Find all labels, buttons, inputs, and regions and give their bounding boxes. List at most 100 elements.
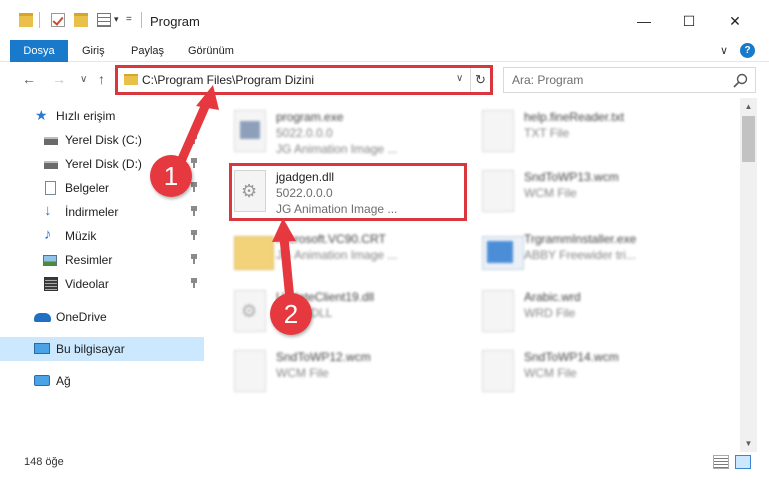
close-button[interactable]: ✕ [712, 6, 758, 36]
sidebar-item-label: Yerel Disk (C:) [65, 133, 142, 147]
tab-home[interactable]: Giriş [82, 40, 105, 62]
file-description: WCM File [524, 186, 577, 200]
scroll-thumb[interactable] [742, 116, 755, 162]
navigation-bar: ← → ∨ ↑ C:\Program Files\Program Dizini … [0, 62, 769, 98]
back-button[interactable]: ← [22, 71, 36, 87]
tab-file[interactable]: Dosya [10, 40, 68, 62]
download-icon: ↓ [44, 202, 52, 219]
up-button[interactable]: ↑ [98, 71, 105, 87]
sidebar-item-pictures[interactable]: Resimler [0, 248, 204, 272]
recent-locations-button[interactable]: ∨ [80, 74, 87, 85]
pin-icon[interactable] [190, 254, 198, 264]
navigation-pane: ★ Hızlı erişim Yerel Disk (C:) Yerel Dis… [0, 98, 206, 452]
file-icon [482, 290, 514, 332]
sidebar-item-label: OneDrive [56, 310, 107, 324]
minimize-button[interactable]: — [621, 6, 667, 36]
search-placeholder: Ara: Program [512, 73, 584, 87]
list-item[interactable]: Arabic.wrd WRD File [478, 284, 723, 342]
computer-icon [34, 343, 50, 354]
pin-icon[interactable] [190, 158, 198, 168]
drive-icon [44, 161, 58, 169]
sidebar-item-videos[interactable]: Videolar [0, 272, 204, 296]
step-2-badge: 2 [270, 293, 312, 335]
pin-icon[interactable] [190, 182, 198, 192]
sidebar-item-label: Yerel Disk (D:) [65, 157, 142, 171]
sidebar-item-downloads[interactable]: ↓ İndirmeler [0, 200, 204, 224]
step-1-badge: 1 [150, 155, 192, 197]
search-input[interactable]: Ara: Program [503, 67, 756, 93]
list-item[interactable]: UpdateClient19.dll Office DLL [230, 284, 475, 342]
sidebar-item-this-pc[interactable]: Bu bilgisayar [0, 337, 204, 361]
vertical-scrollbar[interactable]: ▲ ▼ [740, 98, 757, 452]
scroll-up-icon[interactable]: ▲ [740, 98, 757, 115]
chevron-down-icon[interactable]: ▾ [114, 14, 119, 25]
customize-toolbar-button[interactable]: = [126, 14, 132, 25]
status-bar: 148 öğe [0, 452, 769, 490]
videos-icon [44, 277, 58, 291]
pin-icon[interactable] [190, 278, 198, 288]
pin-icon[interactable] [190, 134, 198, 144]
sidebar-item-label: Müzik [65, 229, 97, 243]
music-icon: ♪ [44, 226, 52, 243]
file-name: TrgrammInstaller.exe [524, 232, 637, 246]
forward-button[interactable]: → [52, 71, 66, 87]
file-name: program.exe [276, 110, 344, 124]
details-view-icon[interactable] [713, 455, 729, 469]
folder-icon [234, 236, 274, 270]
ribbon-tabs: Dosya Giriş Paylaş Görünüm ∨ ? [0, 40, 769, 62]
item-count: 148 öğe [24, 456, 64, 468]
sidebar-item-network[interactable]: Ağ [0, 369, 204, 393]
sidebar-item-local-disk-c[interactable]: Yerel Disk (C:) [0, 128, 204, 152]
maximize-button[interactable]: ☐ [666, 6, 712, 36]
file-highlight-box [229, 163, 467, 221]
sidebar-item-label: Belgeler [65, 181, 110, 195]
list-item[interactable]: TrgrammInstaller.exe ABBY Freewider tri.… [478, 226, 723, 284]
file-name: SndToWP12.wcm [276, 350, 371, 364]
drive-icon [44, 137, 58, 145]
pin-icon[interactable] [190, 206, 198, 216]
sidebar-item-music[interactable]: ♪ Müzik [0, 224, 204, 248]
file-name: SndToWP14.wcm [524, 350, 619, 364]
file-name: help.fineReader.txt [524, 110, 625, 124]
sidebar-item-label: Resimler [65, 253, 113, 267]
tab-share[interactable]: Paylaş [131, 40, 164, 62]
file-description: JG Animation Image ... [276, 142, 398, 156]
new-folder-icon[interactable] [74, 13, 88, 27]
tab-view[interactable]: Görünüm [188, 40, 234, 62]
properties-check-icon[interactable] [51, 13, 65, 27]
file-list: program.exe 5022.0.0.0 JG Animation Imag… [206, 98, 740, 452]
divider [141, 12, 142, 28]
sidebar-item-label: Videolar [65, 277, 109, 291]
installer-icon [482, 236, 524, 270]
file-icon [482, 350, 514, 392]
folder-icon[interactable] [19, 13, 33, 27]
list-item[interactable]: help.fineReader.txt TXT File [478, 104, 723, 162]
file-name: Arabic.wrd [524, 290, 581, 304]
title-bar: ▾ = Program — ☐ ✕ [0, 0, 769, 40]
window-title: Program [150, 14, 200, 29]
scroll-down-icon[interactable]: ▼ [740, 435, 757, 452]
file-version: 5022.0.0.0 [276, 126, 333, 140]
pin-icon[interactable] [190, 230, 198, 240]
list-item[interactable]: SndToWP14.wcm WCM File [478, 344, 723, 402]
search-icon[interactable] [732, 73, 750, 89]
sidebar-item-quick-access[interactable]: ★ Hızlı erişim [0, 104, 204, 128]
expand-ribbon-button[interactable]: ∨ [720, 44, 728, 57]
large-icons-view-icon[interactable] [735, 455, 751, 469]
list-item[interactable]: SndToWP12.wcm WCM File [230, 344, 475, 402]
sidebar-item-label: Hızlı erişim [56, 109, 116, 123]
file-icon [482, 170, 514, 212]
file-name: SndToWP13.wcm [524, 170, 619, 184]
help-icon[interactable]: ? [740, 43, 755, 58]
list-item[interactable]: program.exe 5022.0.0.0 JG Animation Imag… [230, 104, 475, 162]
sidebar-item-label: Bu bilgisayar [56, 342, 125, 356]
sidebar-item-label: Ağ [56, 374, 71, 388]
view-properties-icon[interactable] [97, 13, 111, 27]
list-item[interactable]: SndToWP13.wcm WCM File [478, 164, 723, 222]
sidebar-item-onedrive[interactable]: OneDrive [0, 305, 204, 329]
list-item[interactable]: Microsoft.VC90.CRT JG Animation Image ..… [230, 226, 475, 284]
file-description: ABBY Freewider tri... [524, 248, 636, 262]
file-description: WCM File [524, 366, 577, 380]
pictures-icon [43, 255, 57, 266]
divider [39, 12, 40, 28]
